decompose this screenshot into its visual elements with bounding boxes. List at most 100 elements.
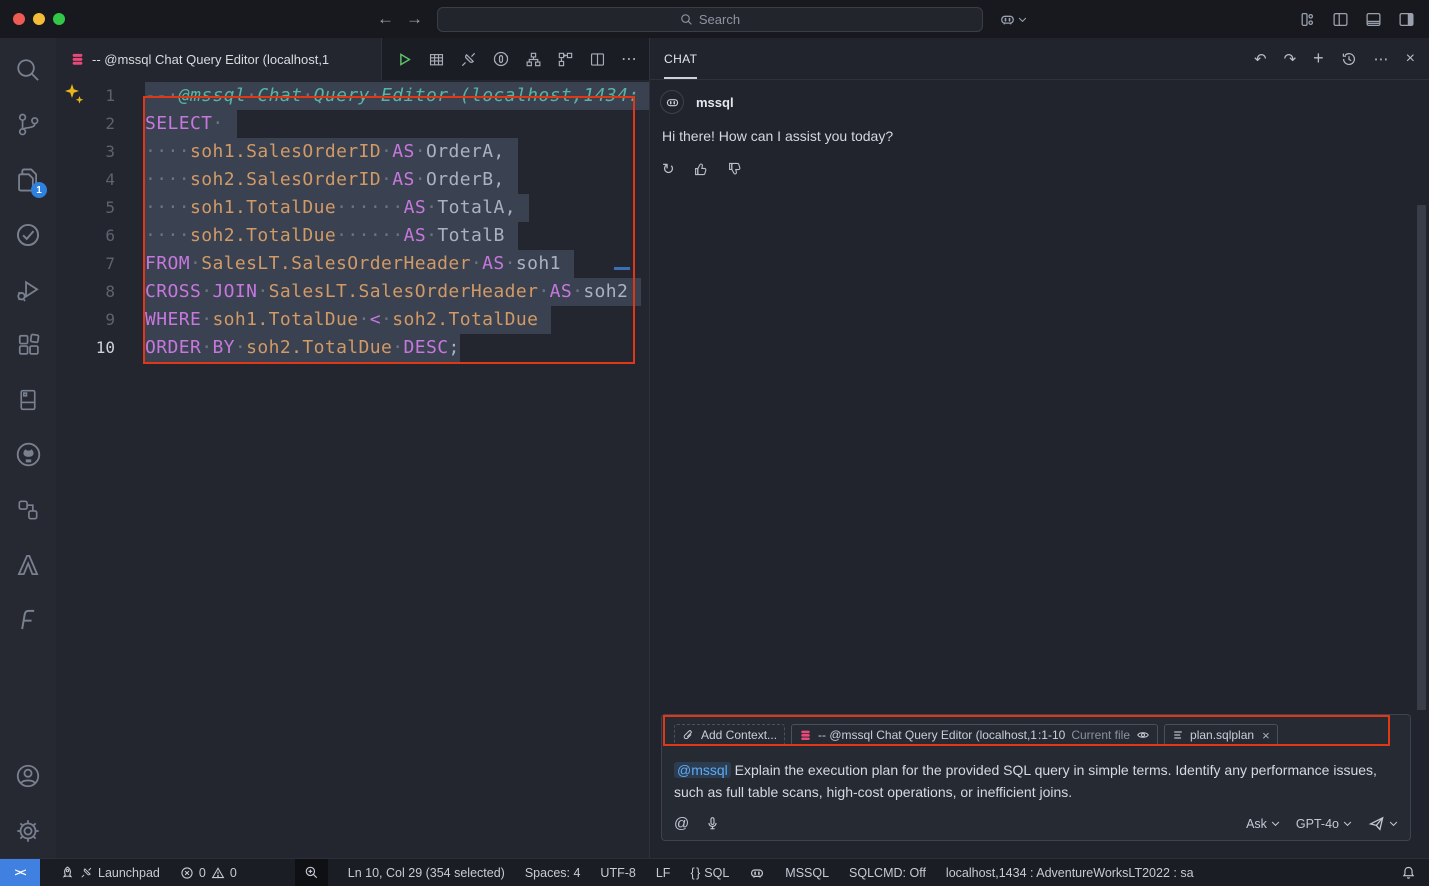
sidebar-item-fabric[interactable] (0, 592, 56, 647)
chat-input-container[interactable]: Add Context... -- @mssql Chat Query Edit… (661, 714, 1411, 841)
sidebar-item-testing[interactable] (0, 207, 56, 262)
customize-layout-icon[interactable] (1299, 11, 1316, 28)
code-line[interactable]: 3····soh1.SalesOrderID·AS·OrderA, (56, 138, 649, 166)
actual-plan-icon[interactable] (557, 51, 574, 68)
paperclip-icon (682, 729, 695, 742)
sidebar-item-search[interactable] (0, 42, 56, 97)
chat-panel: CHAT ↶ ↷ + ⋯ × mssql Hi there! How (650, 38, 1429, 858)
chat-messages: mssql Hi there! How can I assist you tod… (650, 80, 1429, 714)
launchpad-status-item[interactable]: Launchpad (60, 865, 160, 880)
change-connection-icon[interactable] (492, 50, 510, 68)
remote-indicator[interactable]: >< (0, 859, 40, 886)
code-text: --·@mssql·Chat·Query·Editor·(localhost,1… (145, 82, 640, 110)
copilot-sparkle-icon[interactable] (63, 84, 87, 106)
connection-status-item[interactable]: localhost,1434 : AdventureWorksLT2022 : … (946, 866, 1194, 880)
encoding-item[interactable]: UTF-8 (600, 866, 635, 880)
tab-chat[interactable]: CHAT (664, 38, 697, 79)
code-line[interactable]: 1--·@mssql·Chat·Query·Editor·(localhost,… (56, 82, 649, 110)
code-line[interactable]: 9WHERE·soh1.TotalDue·<·soh2.TotalDue (56, 306, 649, 334)
more-actions-icon[interactable]: ⋯ (621, 49, 637, 69)
remove-chip-icon[interactable]: × (1262, 728, 1270, 743)
eol-item[interactable]: LF (656, 866, 671, 880)
minimize-window-button[interactable] (33, 13, 45, 25)
code-line[interactable]: 6 ····soh2.TotalDue······AS·TotalB (56, 222, 649, 250)
mssql-status-item[interactable]: MSSQL (785, 866, 829, 880)
context-chips-row: Add Context... -- @mssql Chat Query Edit… (670, 721, 1402, 750)
maximize-window-button[interactable] (53, 13, 65, 25)
sidebar-item-database-projects[interactable] (0, 482, 56, 537)
run-query-icon[interactable] (396, 51, 413, 68)
vscode-window: ← → Search 1 (0, 0, 1429, 886)
redo-icon[interactable]: ↷ (1284, 50, 1297, 68)
notifications-bell[interactable] (1401, 865, 1416, 880)
command-center-search[interactable]: Search (437, 7, 983, 32)
database-icon (799, 729, 812, 742)
indentation-item[interactable]: Spaces: 4 (525, 866, 581, 880)
history-icon[interactable] (1341, 51, 1357, 67)
sidebar-item-github[interactable] (0, 427, 56, 482)
new-chat-icon[interactable]: + (1313, 48, 1324, 69)
accounts-button[interactable] (0, 748, 56, 803)
sidebar-item-run-debug[interactable] (0, 262, 56, 317)
go-back-icon[interactable]: ← (377, 9, 394, 29)
send-button[interactable] (1368, 815, 1398, 832)
sidebar-item-extensions[interactable] (0, 317, 56, 372)
line-number: 4 (56, 166, 115, 194)
code-line[interactable]: 7FROM·SalesLT.SalesOrderHeader·AS·soh1 (56, 250, 649, 278)
eye-icon[interactable] (1136, 728, 1150, 742)
chat-prompt-text[interactable]: @mssql Explain the execution plan for th… (674, 759, 1398, 803)
code-text: ····soh2.TotalDue······AS·TotalB (145, 222, 518, 250)
send-icon (1368, 815, 1385, 832)
source-control-icon (16, 112, 41, 137)
cursor-position-item[interactable]: Ln 10, Col 29 (354 selected) (348, 866, 505, 880)
split-editor-icon[interactable] (589, 51, 606, 68)
go-forward-icon[interactable]: → (406, 9, 423, 29)
warning-icon (211, 866, 225, 880)
more-actions-icon[interactable]: ⋯ (1374, 50, 1389, 68)
disconnect-icon[interactable] (460, 51, 477, 68)
line-number: 10 (56, 334, 115, 362)
settings-button[interactable] (0, 803, 56, 858)
estimated-plan-icon[interactable] (525, 51, 542, 68)
line-number: 2 (56, 110, 115, 138)
toggle-panel-icon[interactable] (1365, 11, 1382, 28)
thumbs-up-icon[interactable] (693, 161, 709, 177)
context-file-range: :1-10 (1038, 728, 1065, 742)
line-number: 6 (56, 222, 115, 250)
toggle-secondary-sidebar-icon[interactable] (1398, 11, 1415, 28)
copilot-menu-button[interactable] (999, 11, 1027, 28)
code-line[interactable]: 2SELECT· (56, 110, 649, 138)
code-line[interactable]: 5····soh1.TotalDue······AS·TotalA, (56, 194, 649, 222)
sidebar-item-notebook[interactable] (0, 372, 56, 427)
toggle-primary-sidebar-icon[interactable] (1332, 11, 1349, 28)
add-context-button[interactable]: Add Context... (674, 724, 785, 746)
model-picker[interactable]: GPT-4o (1296, 817, 1352, 831)
problems-status-item[interactable]: 0 0 (180, 866, 237, 880)
undo-icon[interactable]: ↶ (1254, 50, 1267, 68)
language-mode-item[interactable]: { } SQL (690, 866, 729, 880)
code-line[interactable]: 10ORDER·BY·soh2.TotalDue·DESC; (56, 334, 649, 362)
code-line[interactable]: 8CROSS·JOIN·SalesLT.SalesOrderHeader·AS·… (56, 278, 649, 306)
results-grid-icon[interactable] (428, 51, 445, 68)
sidebar-item-explorer[interactable]: 1 (0, 152, 56, 207)
chat-scrollbar[interactable] (1417, 205, 1426, 710)
microphone-icon[interactable] (705, 816, 720, 831)
copilot-status-item[interactable] (749, 865, 765, 881)
chevron-down-icon (1389, 820, 1398, 827)
sidebar-item-azure[interactable] (0, 537, 56, 592)
context-chip-current-file[interactable]: -- @mssql Chat Query Editor (localhost,1… (791, 724, 1158, 746)
sidebar-item-source-control[interactable] (0, 97, 56, 152)
sqlcmd-status-item[interactable]: SQLCMD: Off (849, 866, 926, 880)
mention-icon[interactable]: @ (674, 815, 689, 832)
tab-mssql-chat-query-editor[interactable]: -- @mssql Chat Query Editor (localhost,1 (56, 38, 382, 80)
code-line[interactable]: 4····soh2.SalesOrderID·AS·OrderB, (56, 166, 649, 194)
regenerate-icon[interactable]: ↻ (662, 160, 675, 178)
close-icon[interactable]: × (1406, 50, 1415, 68)
zoom-status-item[interactable] (295, 859, 328, 886)
mode-picker[interactable]: Ask (1246, 817, 1280, 831)
code-editor[interactable]: 1--·@mssql·Chat·Query·Editor·(localhost,… (56, 80, 649, 858)
thumbs-down-icon[interactable] (727, 161, 743, 177)
error-icon (180, 866, 194, 880)
close-window-button[interactable] (13, 13, 25, 25)
context-chip-plan-file[interactable]: plan.sqlplan × (1164, 724, 1278, 746)
